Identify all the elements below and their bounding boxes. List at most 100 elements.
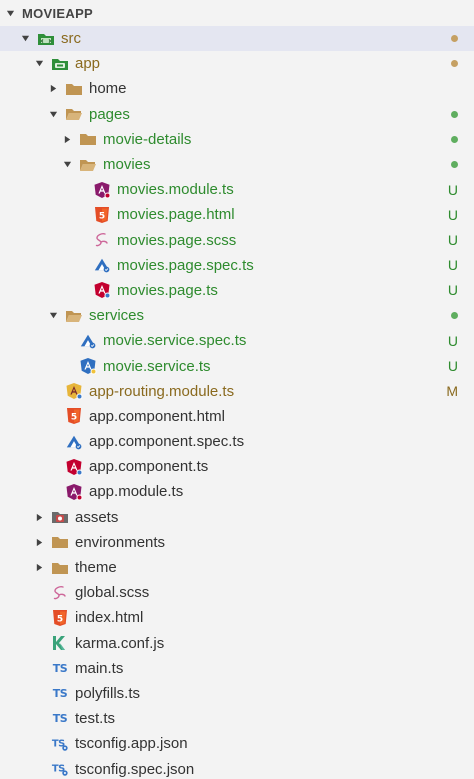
- folder-open-icon: [65, 105, 83, 123]
- angular-module-icon: [65, 483, 83, 501]
- folder-assets-icon: [51, 508, 69, 526]
- tree-folder-assets[interactable]: assets: [0, 505, 474, 530]
- git-untracked-badge: U: [447, 358, 458, 375]
- tsconfig-icon: TS: [51, 760, 69, 778]
- tree-folder-theme[interactable]: theme: [0, 555, 474, 580]
- tree-item-label: app.component.html: [89, 407, 225, 425]
- spec-test-icon: [65, 433, 83, 451]
- angular-routing-icon: [65, 382, 83, 400]
- tree-item-label: movies.module.ts: [117, 181, 234, 199]
- git-untracked-badge: U: [447, 181, 458, 198]
- git-untracked-badge: U: [447, 257, 458, 274]
- tree-folder-environments[interactable]: environments: [0, 530, 474, 555]
- tree-folder-movies[interactable]: movies: [0, 152, 474, 177]
- sass-icon: [51, 584, 69, 602]
- chevron-down-icon[interactable]: [33, 58, 45, 70]
- tree-folder-movie-details[interactable]: movie-details: [0, 127, 474, 152]
- tree-item-label: services: [89, 307, 145, 325]
- tree-file-movie-service-spec-ts[interactable]: movie.service.spec.ts U: [0, 328, 474, 353]
- tree-item-label: movie.service.spec.ts: [103, 332, 247, 350]
- chevron-down-icon[interactable]: [19, 33, 31, 45]
- tree-file-index-html[interactable]: 5 index.html: [0, 605, 474, 630]
- tree-file-global-scss[interactable]: global.scss: [0, 580, 474, 605]
- tree-file-tsconfig-app-json[interactable]: TS tsconfig.app.json: [0, 731, 474, 756]
- tree-item-label: tsconfig.app.json: [75, 735, 188, 753]
- tree-item-label: src: [61, 30, 81, 48]
- tree-item-label: app.component.ts: [89, 458, 209, 476]
- git-untracked-badge: U: [447, 332, 458, 349]
- explorer-section-header[interactable]: MOVIEAPP: [0, 0, 474, 26]
- tree-file-movies-page-spec-ts[interactable]: movies.page.spec.ts U: [0, 253, 474, 278]
- git-status-dot: [451, 35, 458, 43]
- explorer-title: MOVIEAPP: [22, 5, 94, 21]
- tree-file-app-component-html[interactable]: 5 app.component.html: [0, 404, 474, 429]
- tree-item-label: test.ts: [75, 710, 116, 728]
- tree-item-label: karma.conf.js: [75, 634, 165, 652]
- angular-component-icon: [93, 281, 111, 299]
- spec-test-icon: [93, 256, 111, 274]
- git-untracked-badge: U: [447, 232, 458, 249]
- tree-file-movies-page-html[interactable]: 5 movies.page.html U: [0, 202, 474, 227]
- tree-item-label: app.component.spec.ts: [89, 433, 245, 451]
- folder-app-icon: [51, 55, 69, 73]
- tree-item-label: movie.service.ts: [103, 357, 211, 375]
- chevron-down-icon[interactable]: [61, 159, 73, 171]
- folder-icon: [79, 130, 97, 148]
- tree-file-karma-conf-js[interactable]: karma.conf.js: [0, 631, 474, 656]
- html5-icon: 5: [51, 609, 69, 627]
- tree-file-app-module-ts[interactable]: app.module.ts: [0, 479, 474, 504]
- section-chevron-down-icon[interactable]: [4, 7, 16, 19]
- html5-icon: 5: [65, 407, 83, 425]
- tree-item-label: app-routing.module.ts: [89, 382, 235, 400]
- sass-icon: [93, 231, 111, 249]
- tree-item-label: app: [75, 55, 101, 73]
- chevron-down-icon[interactable]: [47, 310, 59, 322]
- tree-file-app-component-ts[interactable]: app.component.ts: [0, 454, 474, 479]
- tree-file-movies-page-ts[interactable]: movies.page.ts U: [0, 278, 474, 303]
- tree-item-label: movie-details: [103, 130, 192, 148]
- chevron-right-icon[interactable]: [33, 511, 45, 523]
- svg-text:5: 5: [99, 211, 105, 221]
- tree-folder-src[interactable]: src: [0, 26, 474, 52]
- folder-icon: [65, 80, 83, 98]
- tree-file-tsconfig-spec-json[interactable]: TS tsconfig.spec.json: [0, 756, 474, 779]
- chevron-down-icon[interactable]: [47, 108, 59, 120]
- tree-item-label: theme: [75, 559, 117, 577]
- chevron-right-icon[interactable]: [33, 536, 45, 548]
- tree-item-label: movies.page.scss: [117, 231, 237, 249]
- tree-item-label: movies.page.ts: [117, 281, 218, 299]
- tree-folder-home[interactable]: home: [0, 76, 474, 101]
- git-status-dot: [451, 60, 458, 68]
- git-untracked-badge: U: [447, 206, 458, 223]
- tree-file-movie-service-ts[interactable]: movie.service.ts U: [0, 353, 474, 378]
- tree-folder-app[interactable]: app: [0, 51, 474, 76]
- svg-text:5: 5: [71, 413, 77, 423]
- tree-item-label: pages: [89, 105, 130, 123]
- typescript-icon: TS: [52, 712, 68, 726]
- tree-file-test-ts[interactable]: TS test.ts: [0, 706, 474, 731]
- tree-item-label: movies: [103, 156, 151, 174]
- tree-file-app-routing-module-ts[interactable]: app-routing.module.ts M: [0, 379, 474, 404]
- tree-file-app-component-spec-ts[interactable]: app.component.spec.ts: [0, 429, 474, 454]
- chevron-right-icon[interactable]: [47, 83, 59, 95]
- tree-folder-services[interactable]: services: [0, 303, 474, 328]
- folder-icon: [51, 533, 69, 551]
- spec-test-icon: [79, 332, 97, 350]
- chevron-right-icon[interactable]: [61, 133, 73, 145]
- folder-open-icon: [65, 307, 83, 325]
- chevron-right-icon[interactable]: [33, 562, 45, 574]
- tree-file-main-ts[interactable]: TS main.ts: [0, 656, 474, 681]
- karma-icon: [51, 634, 69, 652]
- tree-item-label: main.ts: [75, 659, 124, 677]
- tree-folder-pages[interactable]: pages: [0, 102, 474, 127]
- git-status-dot: [451, 161, 458, 169]
- folder-src-icon: [37, 30, 55, 48]
- tree-file-movies-module-ts[interactable]: movies.module.ts U: [0, 177, 474, 202]
- tree-file-polyfills-ts[interactable]: TS polyfills.ts: [0, 681, 474, 706]
- typescript-icon: TS: [52, 661, 68, 675]
- tree-file-movies-page-scss[interactable]: movies.page.scss U: [0, 228, 474, 253]
- tree-item-label: movies.page.html: [117, 206, 235, 224]
- svg-text:5: 5: [57, 614, 63, 624]
- git-untracked-badge: U: [447, 282, 458, 299]
- tree-item-label: polyfills.ts: [75, 684, 141, 702]
